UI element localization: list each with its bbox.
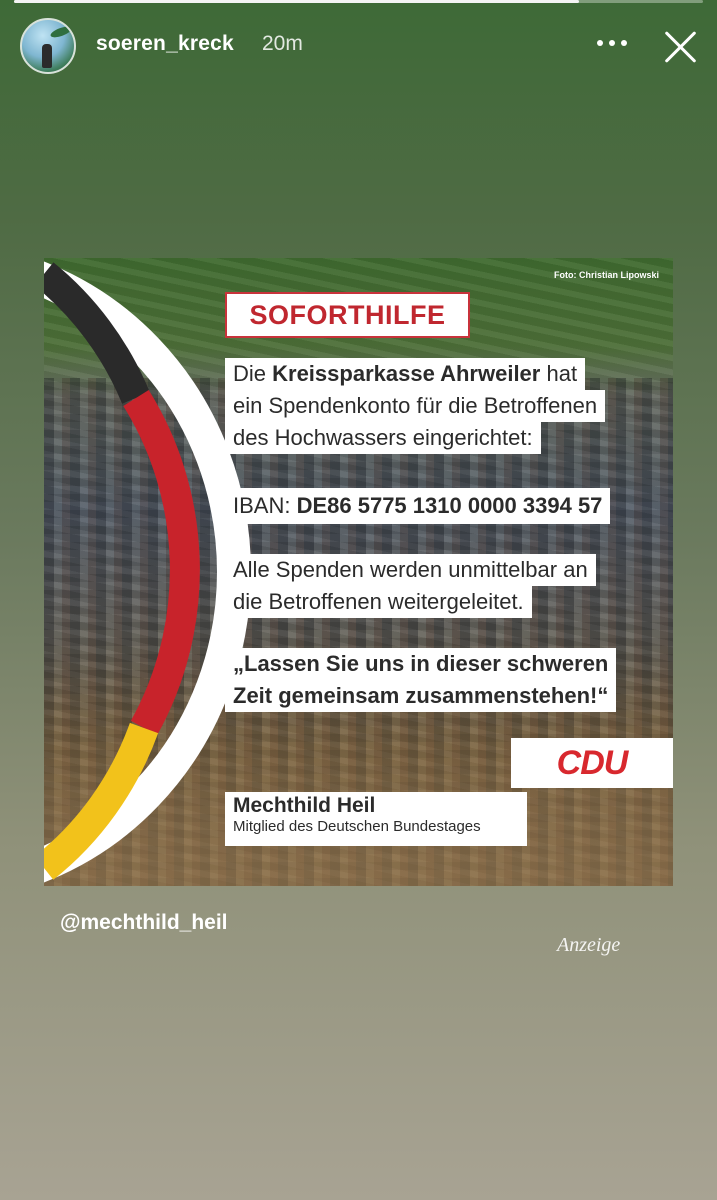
author-box: Mechthild Heil Mitglied des Deutschen Bu…	[225, 792, 527, 846]
story-progress-bar	[14, 0, 703, 3]
text-line-2: ein Spendenkonto für die Betroffenen	[225, 390, 606, 422]
story-header: soeren_kreck 20m	[0, 14, 717, 76]
text-line-3: des Hochwassers eingerichtet:	[225, 422, 541, 454]
iban-value: DE86 5775 1310 0000 3394 57	[296, 493, 603, 518]
author-role: Mitglied des Deutschen Bundestages	[233, 818, 481, 835]
text-line-4: Alle Spenden werden unmittelbar an	[225, 554, 596, 586]
story-progress-fill	[14, 0, 579, 3]
avatar-figure-shape	[42, 44, 52, 68]
headline: SOFORTHILFE	[249, 299, 446, 330]
bank-name: Kreissparkasse Ahrweiler	[272, 361, 541, 386]
avatar-palm-shape	[49, 24, 73, 40]
author-name: Mechthild Heil	[233, 794, 376, 817]
mention-sticker[interactable]: @mechthild_heil	[60, 911, 228, 935]
avatar[interactable]	[20, 18, 76, 74]
party-logo: CDU	[556, 743, 629, 782]
story-post-image: Foto: Christian Lipowski SOFORTHILFE Die…	[44, 258, 673, 886]
ad-label: Anzeige	[557, 934, 621, 956]
flag-arc-red	[123, 390, 200, 736]
party-logo-box: CDU	[511, 738, 673, 788]
iban-line: IBAN: DE86 5775 1310 0000 3394 57	[225, 488, 611, 524]
quote-line-2: Zeit gemeinsam zusammenstehen!“	[225, 680, 617, 712]
text-line-1: Die Kreissparkasse Ahrweiler hat	[225, 358, 586, 390]
headline-box: SOFORTHILFE	[225, 292, 470, 338]
username[interactable]: soeren_kreck	[96, 32, 234, 56]
line1-pre: Die	[233, 361, 273, 386]
quote-line-1: „Lassen Sie uns in dieser schweren	[225, 648, 617, 680]
line1-post: hat	[540, 361, 578, 386]
close-icon[interactable]	[662, 28, 700, 66]
iban-label: IBAN:	[233, 493, 297, 518]
timestamp: 20m	[262, 32, 303, 55]
text-line-5: die Betroffenen weitergeleitet.	[225, 586, 532, 618]
more-options-icon[interactable]	[597, 40, 629, 50]
